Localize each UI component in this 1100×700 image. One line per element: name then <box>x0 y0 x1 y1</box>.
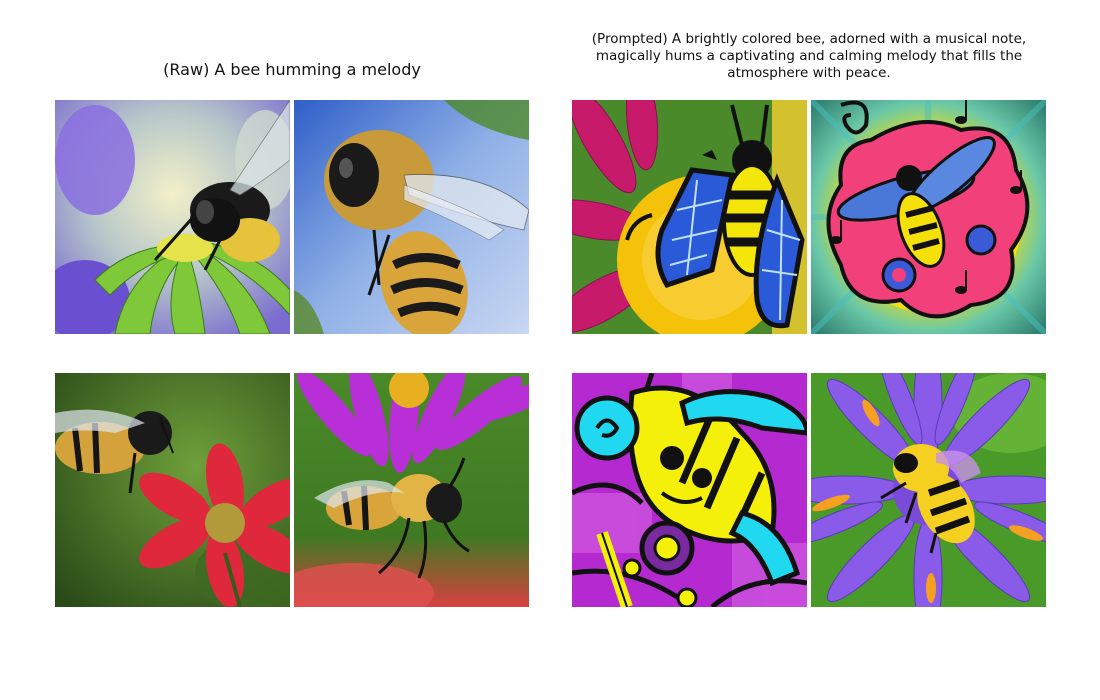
raw-image-3 <box>55 373 290 607</box>
prompted-image-2 <box>811 100 1046 334</box>
raw-image-1 <box>55 100 290 334</box>
raw-panel-title: (Raw) A bee humming a melody <box>163 60 421 79</box>
raw-image-2 <box>294 100 529 334</box>
figure-canvas: (Raw) A bee humming a melody (Prompted) … <box>0 0 1100 700</box>
prompted-image-4 <box>811 373 1046 607</box>
prompted-panel-title: (Prompted) A brightly colored bee, adorn… <box>591 31 1027 81</box>
raw-image-4 <box>294 373 529 607</box>
prompted-image-3 <box>572 373 807 607</box>
prompted-image-1 <box>572 100 807 334</box>
